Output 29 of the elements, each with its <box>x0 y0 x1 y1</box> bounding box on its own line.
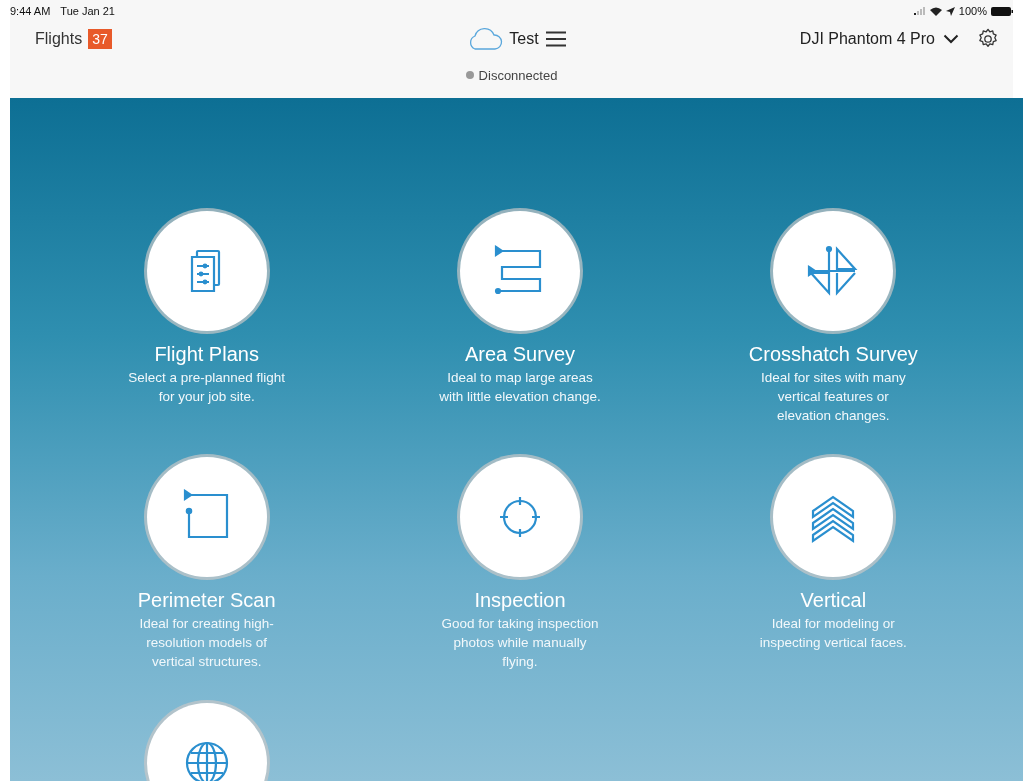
status-dot <box>465 71 474 79</box>
mode-description: Ideal to map large areas with little elevation change. <box>439 369 601 406</box>
mode-title: Area Survey <box>464 343 575 366</box>
battery-icon <box>991 6 1013 16</box>
flights-count-badge: 37 <box>88 29 112 49</box>
flights-button[interactable]: Flights <box>35 30 83 48</box>
connection-status: Disconnected <box>478 67 558 83</box>
location-icon <box>945 6 955 16</box>
battery-percent: 100% <box>958 5 987 17</box>
mode-title: Vertical <box>800 589 867 612</box>
chevron-down-icon[interactable] <box>943 34 959 44</box>
status-date: Tue Jan 21 <box>60 5 115 17</box>
mode-description: Ideal for sites with many vertical features or elevation changes. <box>760 369 906 425</box>
mode-title: Perimeter Scan <box>137 589 276 612</box>
mode-description: Ideal for creating high- resolution models of vertical structures. <box>139 615 274 671</box>
mode-description: Good for taking inspection photos while manually flying. <box>441 615 599 671</box>
project-name: Test <box>509 30 539 48</box>
mode-title: Crosshatch Survey <box>748 343 918 366</box>
mode-description: Select a pre-planned flight for your job site. <box>128 369 286 406</box>
settings-icon[interactable] <box>977 28 999 50</box>
mode-title: Flight Plans <box>154 343 259 366</box>
drone-selector[interactable]: DJI Phantom 4 Pro <box>799 30 935 48</box>
mode-description: Ideal for modeling or inspecting vertical faces. <box>759 615 907 652</box>
mode-title: Inspection <box>474 589 566 612</box>
wifi-icon <box>929 6 942 16</box>
menu-icon[interactable] <box>544 31 567 47</box>
status-time: 9:44 AM <box>10 5 51 17</box>
signal-icon <box>913 7 926 15</box>
cloud-icon[interactable] <box>467 27 504 51</box>
